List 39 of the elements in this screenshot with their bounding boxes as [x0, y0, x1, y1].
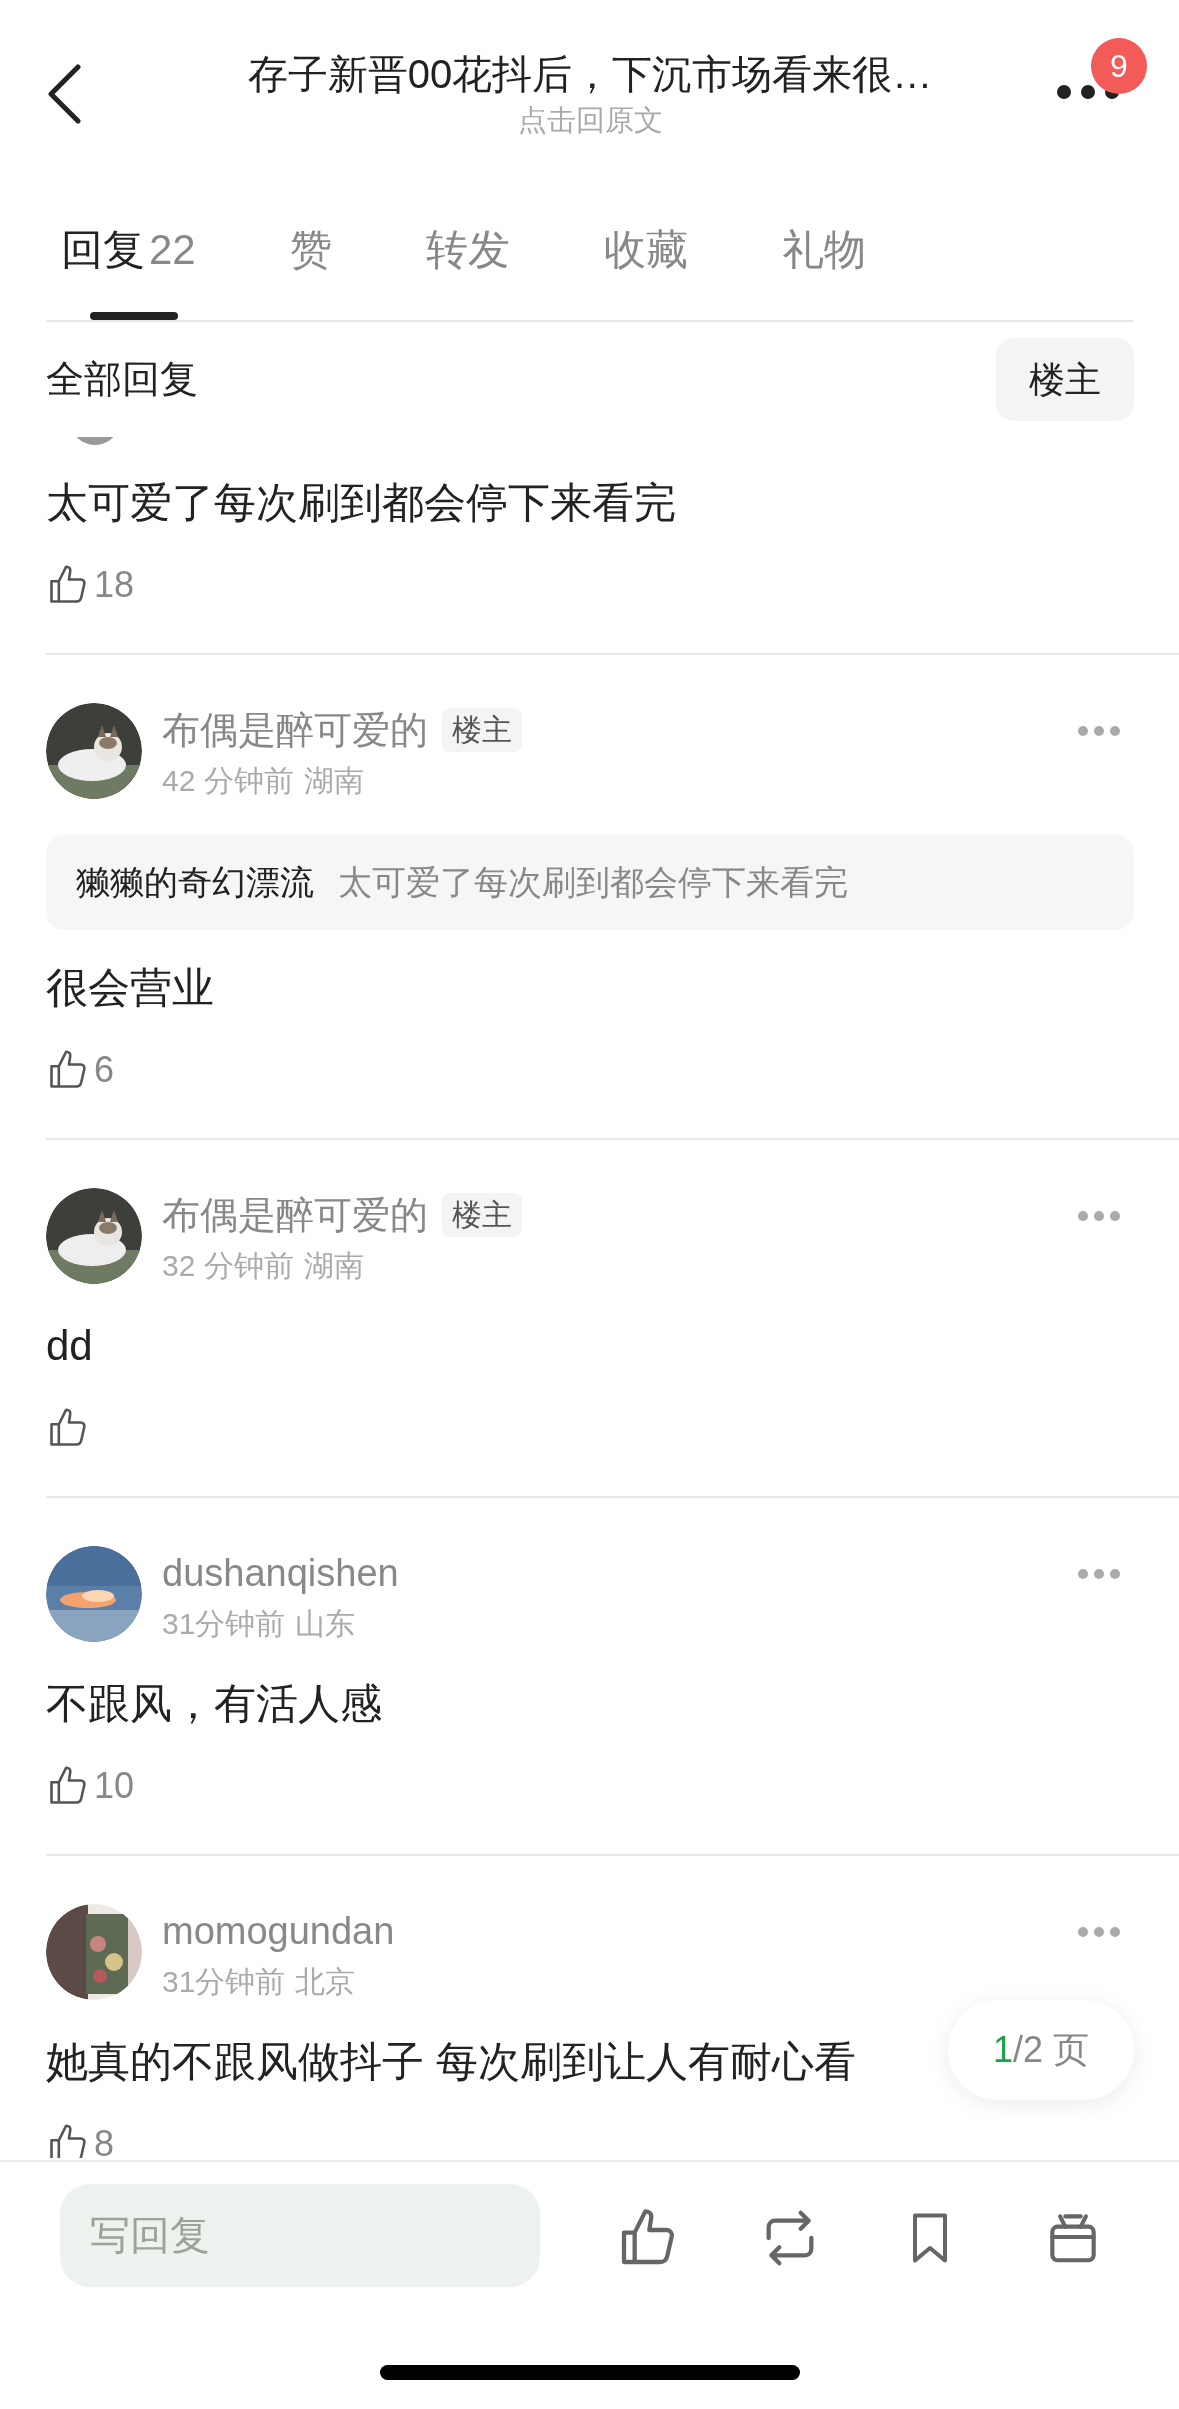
page-indicator[interactable]: 1/2 页	[948, 2000, 1134, 2100]
back-icon[interactable]	[46, 64, 82, 124]
tab[interactable]: 赞	[289, 222, 332, 278]
post-time: 32 分钟前	[162, 1247, 294, 1284]
like-count: 10	[94, 1764, 135, 1808]
username[interactable]: dushanqishen	[162, 1549, 399, 1597]
post-time: 42 分钟前	[162, 762, 294, 799]
username[interactable]: 布偶是醉可爱的	[162, 1191, 428, 1239]
page-title: 存子新晋00花抖后，下沉市场看来很…	[246, 51, 934, 98]
username[interactable]: 布偶是醉可爱的	[162, 706, 428, 754]
like-count: 18	[94, 563, 135, 607]
tab[interactable]: 收藏	[603, 222, 688, 278]
comment-text: dd	[46, 1321, 93, 1371]
notification-badge: 9	[1091, 38, 1147, 94]
post-time: 31分钟前	[162, 1963, 286, 2000]
author-tag: 楼主	[442, 708, 522, 752]
username[interactable]: momogundan	[162, 1907, 395, 1955]
quoted-username: 獭獭的奇幻漂流	[76, 862, 314, 903]
location-text: 湖南	[303, 1247, 364, 1284]
author-tag: 楼主	[442, 1193, 522, 1237]
comment-text: 太可爱了每次刷到都会停下来看完	[46, 478, 676, 528]
comment-text: 很会营业	[46, 963, 214, 1013]
like-count: 8	[94, 2122, 115, 2158]
tab[interactable]: 礼物	[781, 222, 866, 278]
reply-input[interactable]: 写回复	[60, 2184, 540, 2287]
owner-filter-button[interactable]: 楼主	[996, 338, 1134, 421]
back-to-post-link[interactable]: 点击回原文	[440, 100, 740, 140]
tab[interactable]: 转发	[425, 222, 510, 278]
section-label: 全部回复	[46, 357, 198, 402]
location-text: 湖南	[303, 762, 364, 799]
post-time: 31分钟前	[162, 1605, 286, 1642]
location-text: 北京	[295, 1963, 356, 2000]
location-text: 山东	[295, 1605, 356, 1642]
like-count: 6	[94, 1048, 115, 1092]
quoted-reply[interactable]: 獭獭的奇幻漂流 太可爱了每次刷到都会停下来看完	[46, 835, 1134, 930]
quoted-text: 太可爱了每次刷到都会停下来看完	[338, 862, 848, 903]
comment-text: 她真的不跟风做抖子 每次刷到让人有耐心看	[46, 2037, 856, 2087]
comment-text: 不跟风，有活人感	[46, 1679, 382, 1729]
tab[interactable]: 回复22	[61, 222, 196, 278]
